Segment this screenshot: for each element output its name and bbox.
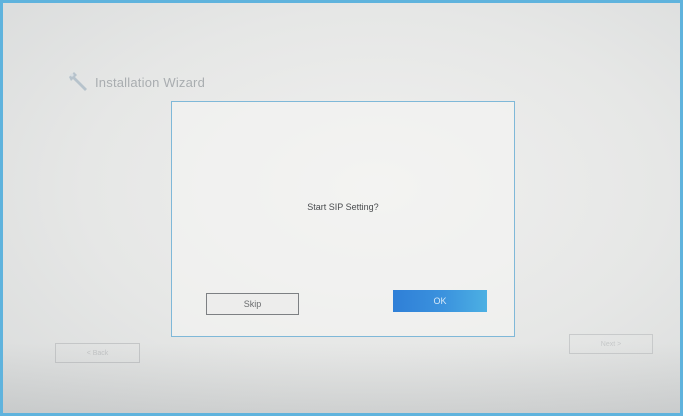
skip-button[interactable]: Skip xyxy=(206,293,299,315)
dialog-message: Start SIP Setting? xyxy=(307,202,379,212)
ok-button[interactable]: OK xyxy=(393,290,487,312)
wizard-title: Installation Wizard xyxy=(95,74,206,90)
sip-setting-dialog: Start SIP Setting? Skip OK xyxy=(171,101,515,337)
screen-frame: Installation Wizard Start SIP Setting? S… xyxy=(0,0,683,416)
wrench-icon xyxy=(69,72,87,91)
back-button[interactable]: < Back xyxy=(55,343,140,363)
next-button[interactable]: Next > xyxy=(569,334,653,354)
wizard-header: Installation Wizard xyxy=(65,69,205,95)
